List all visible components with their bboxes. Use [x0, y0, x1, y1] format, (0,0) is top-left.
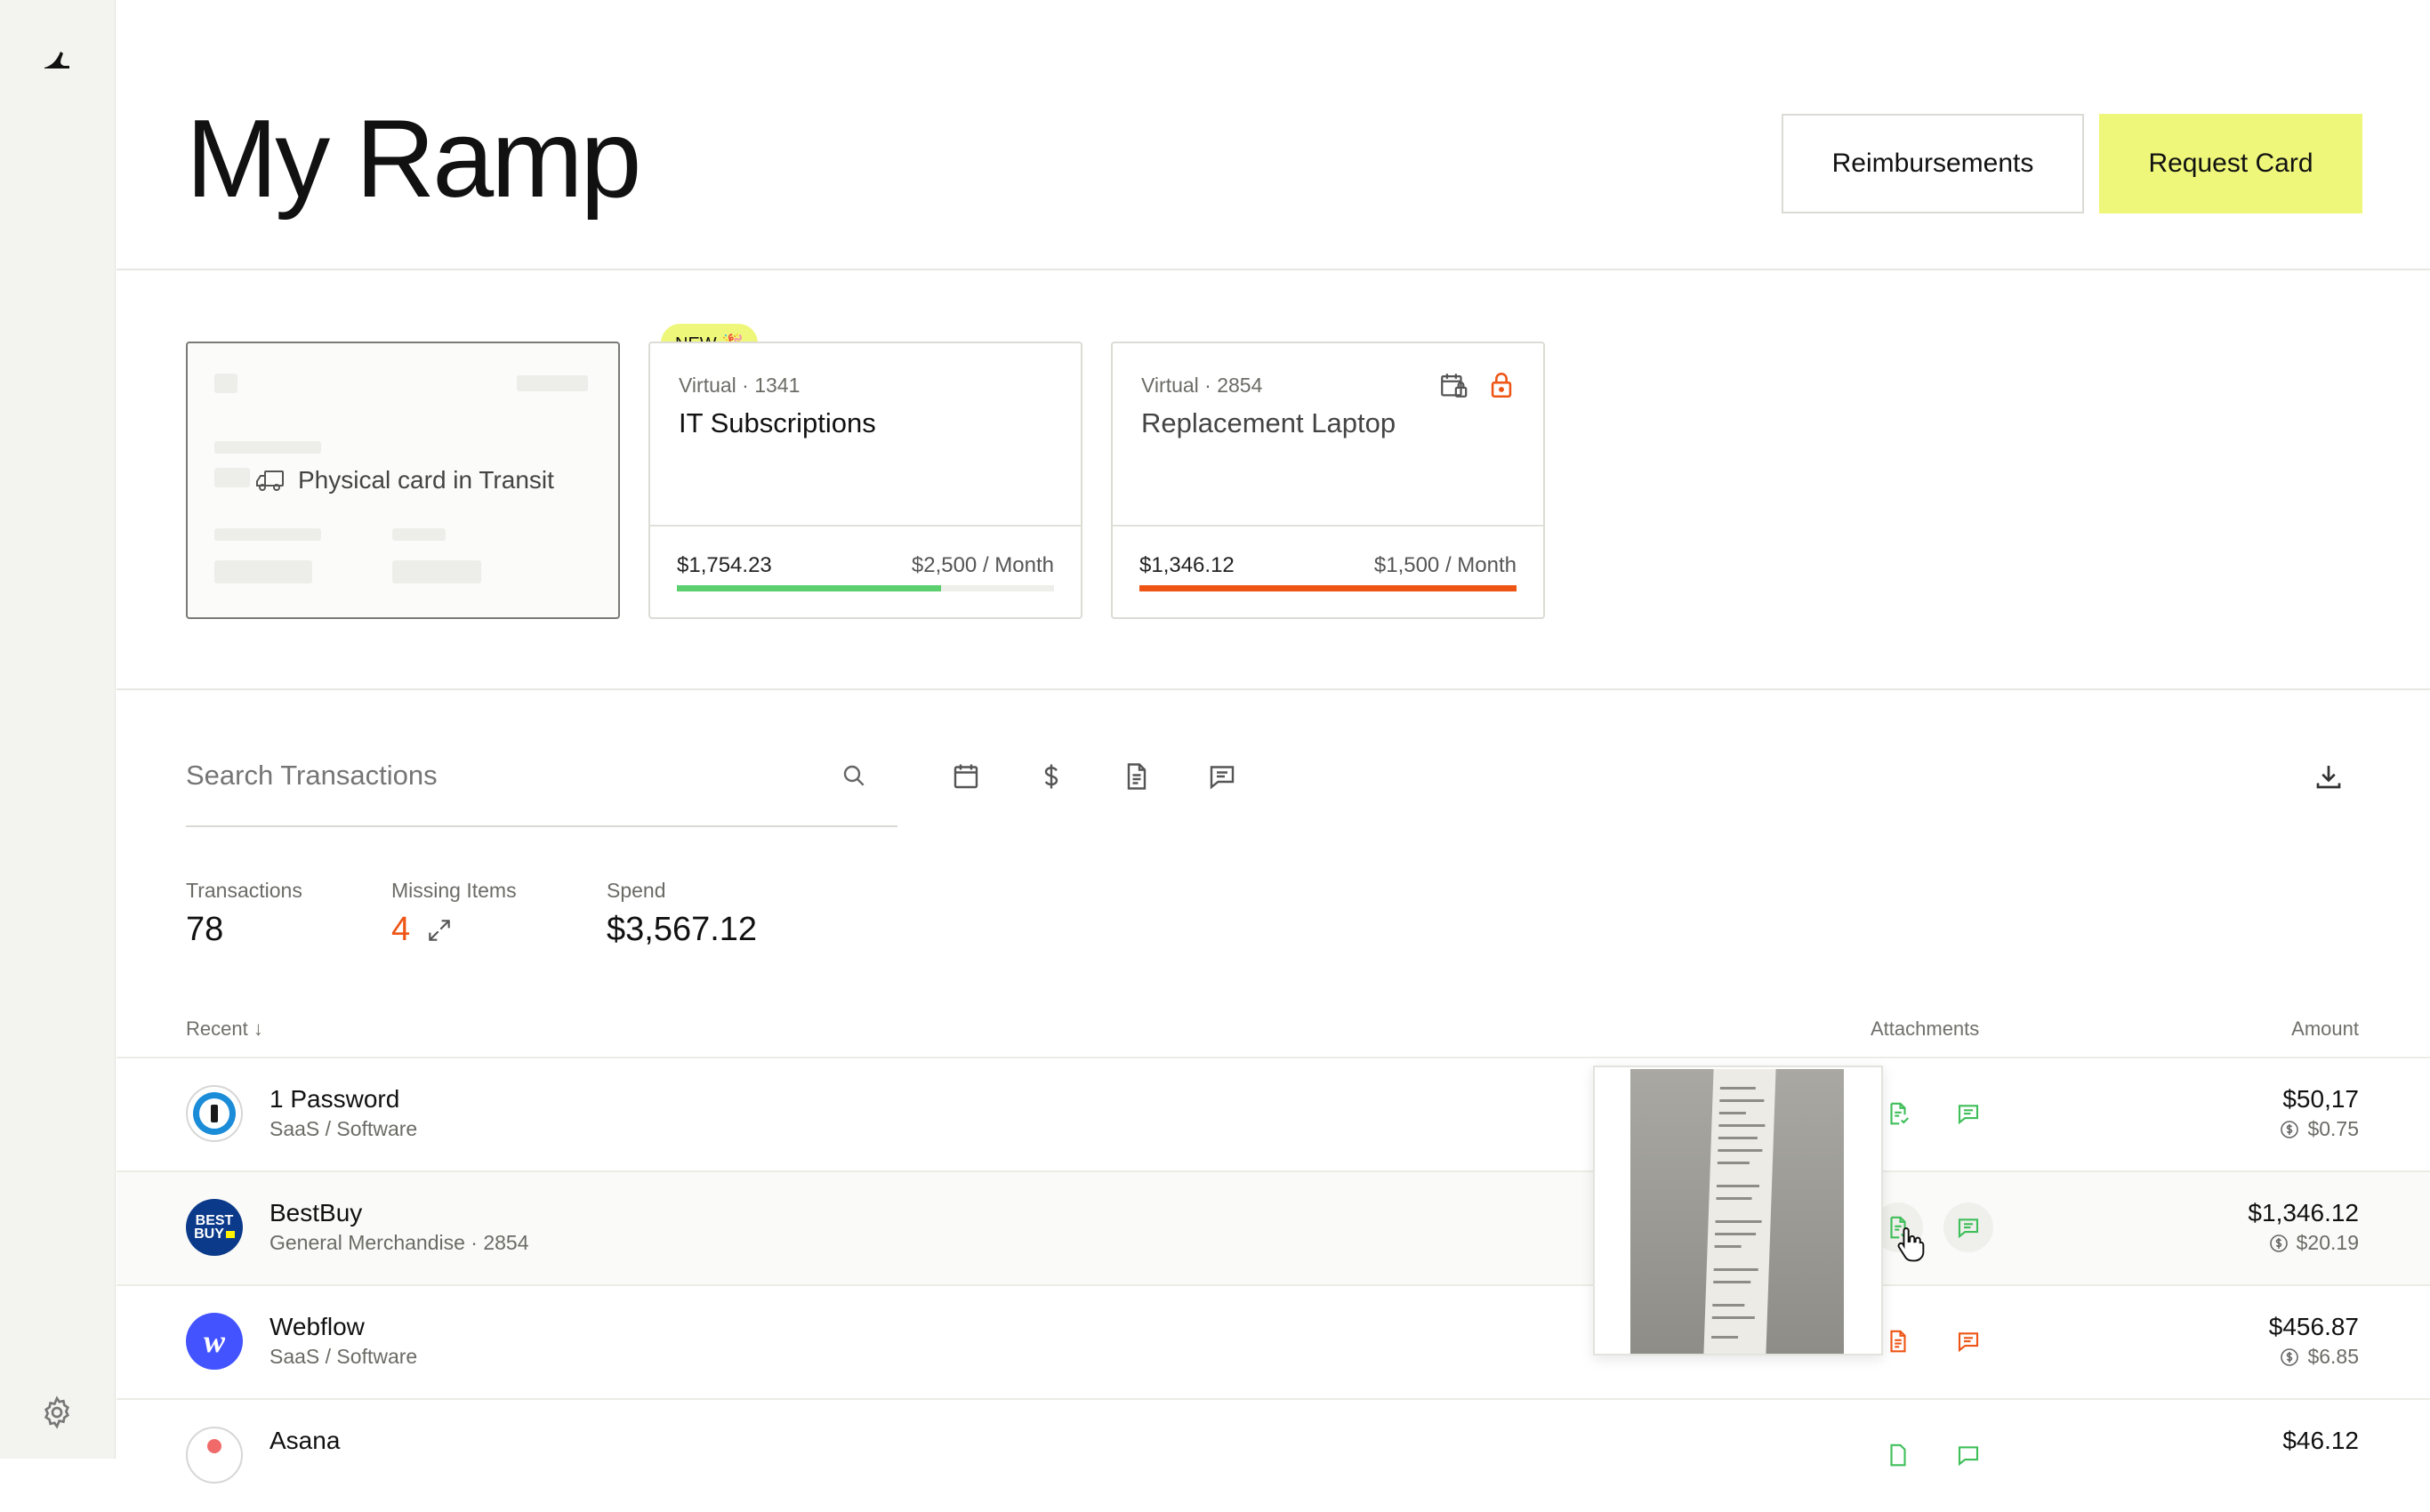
card-subtitle: Virtual · 2854	[1141, 374, 1263, 397]
spend-progress-bar	[677, 585, 1054, 591]
sidebar	[0, 0, 116, 1459]
spend-progress-fill	[1139, 585, 1517, 591]
receipt-preview[interactable]	[1593, 1066, 1883, 1355]
lock-icon[interactable]	[1486, 370, 1517, 400]
merchant-name: 1 Password	[270, 1085, 400, 1113]
card-name: Replacement Laptop	[1141, 407, 1396, 438]
reimbursements-button[interactable]: Reimbursements	[1782, 114, 2084, 213]
hand-cursor-icon	[1895, 1226, 1927, 1263]
page-title: My Ramp	[186, 98, 642, 221]
transaction-amount: $1,346.12	[2248, 1199, 2359, 1226]
receipt-photo	[1630, 1069, 1844, 1354]
dollar-icon[interactable]	[1035, 760, 1067, 792]
table-row[interactable]: Asana $46.12	[117, 1398, 2430, 1512]
attachments-header: Attachments	[1871, 1017, 1980, 1040]
asana-logo-icon	[186, 1427, 243, 1484]
cashback-icon	[2268, 1233, 2289, 1254]
comment-icon[interactable]	[1943, 1202, 1993, 1252]
transactions-count: 78	[186, 911, 224, 948]
card-spent: $1,346.12	[1139, 553, 1235, 577]
card-status-label: Physical card in Transit	[298, 466, 554, 494]
card-subtitle: Virtual · 1341	[679, 374, 801, 397]
comment-icon[interactable]	[1943, 1430, 1993, 1480]
card-replacement-laptop[interactable]: Virtual · 2854 Replacement Laptop $1,346…	[1111, 342, 1545, 619]
transaction-amount: $456.87	[2268, 1313, 2359, 1340]
missing-items-label: Missing Items	[391, 879, 517, 902]
physical-card[interactable]: Physical card in Transit	[186, 342, 620, 619]
spend-label: Spend	[607, 879, 666, 902]
merchant-name: BestBuy	[270, 1199, 363, 1226]
spend-progress-bar	[1139, 585, 1517, 591]
expand-icon[interactable]	[425, 916, 454, 945]
table-row[interactable]: BEST BUY BestBuy General Merchandise · 28…	[117, 1170, 2430, 1284]
transaction-amount: $46.12	[2282, 1427, 2359, 1454]
divider	[117, 688, 2430, 690]
gear-icon[interactable]	[39, 1395, 75, 1430]
amount-header: Amount	[2291, 1017, 2359, 1040]
card-limit: $2,500 / Month	[911, 553, 1054, 577]
comment-icon[interactable]	[1943, 1089, 1993, 1138]
missing-items-count: 4	[391, 911, 411, 948]
cashback-icon	[2279, 1347, 2300, 1368]
merchant-category: General Merchandise · 2854	[270, 1231, 529, 1254]
comment-icon[interactable]	[1206, 760, 1238, 792]
card-name: IT Subscriptions	[679, 407, 876, 438]
divider	[117, 269, 2430, 270]
merchant-name: Asana	[270, 1427, 341, 1454]
divider	[1113, 525, 1543, 527]
request-card-button[interactable]: Request Card	[2099, 114, 2362, 213]
card-limit: $1,500 / Month	[1373, 553, 1517, 577]
bestbuy-logo-icon: BEST BUY	[186, 1199, 243, 1256]
webflow-logo-icon: w	[186, 1313, 243, 1370]
truck-icon	[255, 467, 286, 494]
spend-progress-fill	[677, 585, 941, 591]
search-input[interactable]	[186, 760, 844, 792]
cashback-value: $6.85	[2307, 1345, 2359, 1368]
calendar-icon[interactable]	[950, 760, 982, 792]
table-row[interactable]: 1 Password SaaS / Software $50,17 $0.75	[117, 1057, 2430, 1170]
transaction-amount: $50,17	[2282, 1085, 2359, 1113]
merchant-name: Webflow	[270, 1313, 365, 1340]
divider	[650, 525, 1081, 527]
search-underline	[186, 825, 897, 827]
comment-missing-icon[interactable]	[1943, 1316, 1993, 1366]
cashback-icon	[2279, 1119, 2300, 1140]
cashback: $0.75	[2279, 1117, 2359, 1141]
ramp-logo-icon[interactable]	[39, 41, 75, 76]
download-icon[interactable]	[2313, 760, 2345, 792]
spend-total: $3,567.12	[607, 911, 758, 948]
sort-recent[interactable]: Recent ↓	[186, 1017, 263, 1041]
search-icon[interactable]	[840, 761, 868, 790]
transactions-label: Transactions	[186, 879, 302, 902]
cashback-value: $0.75	[2307, 1117, 2359, 1140]
card-status: Physical card in Transit	[255, 466, 554, 495]
cashback: $20.19	[2268, 1231, 2359, 1255]
document-icon[interactable]	[1121, 760, 1153, 792]
cashback: $6.85	[2279, 1345, 2359, 1369]
card-it-subscriptions[interactable]: Virtual · 1341 IT Subscriptions $1,754.2…	[648, 342, 1082, 619]
card-spent: $1,754.23	[677, 553, 772, 577]
receipt-attached-icon[interactable]	[1873, 1430, 1923, 1480]
calendar-lock-icon[interactable]	[1438, 370, 1468, 400]
1password-logo-icon	[186, 1085, 243, 1142]
merchant-category: SaaS / Software	[270, 1117, 418, 1140]
merchant-category: SaaS / Software	[270, 1345, 418, 1368]
cashback-value: $20.19	[2296, 1231, 2359, 1254]
main-content: My Ramp Reimbursements Request Card Phys…	[117, 0, 2430, 1484]
table-row[interactable]: w Webflow SaaS / Software $456.87 $6.85	[117, 1284, 2430, 1398]
